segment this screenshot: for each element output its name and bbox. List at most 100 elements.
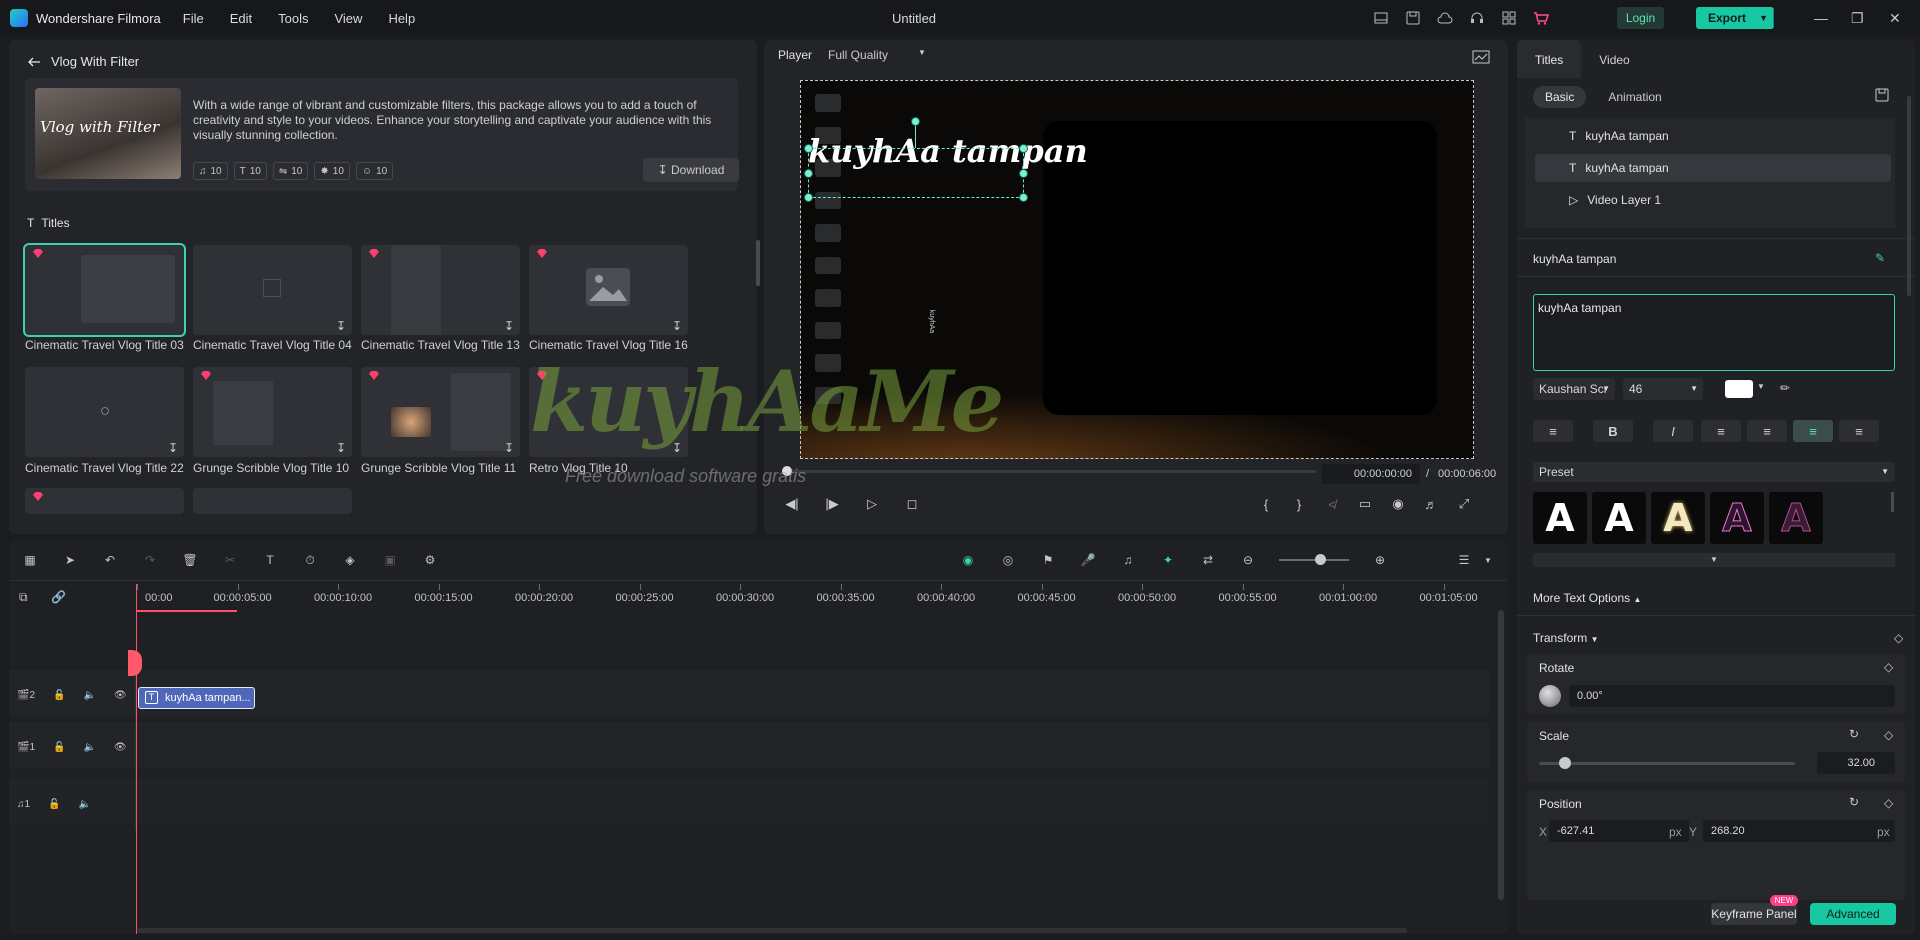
rotate-dial[interactable] [1539,685,1561,707]
save-preset-icon[interactable] [1875,88,1889,102]
tab-titles[interactable]: Titles [1517,40,1582,78]
marker-icon[interactable]: ⚑ [1039,551,1057,569]
volume-icon[interactable]: ♬ [1423,496,1439,512]
title-tile[interactable] [23,243,186,337]
transform-section[interactable]: Transform ▼ [1533,631,1599,645]
save-icon[interactable] [1404,9,1422,27]
layout-icon[interactable] [1372,9,1390,27]
resize-handle[interactable] [1019,144,1028,153]
prev-frame-icon[interactable]: ◀| [784,496,800,512]
cut-icon[interactable]: ✂ [221,551,239,569]
font-dropdown[interactable]: Kaushan Scr ▼ [1533,378,1615,400]
auto-ripple-icon[interactable]: ◉ [959,551,977,569]
subtab-basic[interactable]: Basic [1533,86,1587,108]
justify-button[interactable]: ≡ [1839,420,1879,442]
download-icon[interactable]: ↧ [504,319,514,333]
library-scrollbar[interactable] [756,240,760,286]
select-tool-icon[interactable]: ➤ [61,551,79,569]
display-icon[interactable]: ▭ [1357,496,1373,512]
volume-icon[interactable]: 🔈 [83,742,95,753]
timeline-h-scrollbar[interactable] [137,928,1407,933]
more-text-options[interactable]: More Text Options ▲ [1533,591,1641,605]
mark-out-icon[interactable]: } [1291,496,1307,512]
keyframe-diamond-icon[interactable]: ◇ [1884,728,1893,742]
zoom-in-icon[interactable]: ⊕ [1371,551,1389,569]
lock-icon[interactable]: 🔓 [48,799,60,810]
resize-handle[interactable] [804,193,813,202]
download-icon[interactable]: ↧ [504,441,514,455]
reset-icon[interactable]: ↻ [1849,727,1859,741]
scale-slider[interactable] [1539,757,1795,769]
crop-icon[interactable]: ▣ [381,551,399,569]
menu-view[interactable]: View [334,11,362,26]
title-text-input[interactable]: kuyhAa tampan [1533,294,1895,371]
rotate-input[interactable]: 0.00° [1569,685,1895,707]
title-tile[interactable] [25,488,184,514]
text-tool-icon[interactable]: T [261,551,279,569]
fullscreen-icon[interactable]: ⤢ [1456,496,1472,512]
replace-icon[interactable]: ⇄ [1199,551,1217,569]
resize-handle[interactable] [1019,169,1028,178]
tab-video[interactable]: Video [1581,40,1647,78]
download-icon[interactable]: ↧ [672,441,682,455]
step-back-icon[interactable]: |▶ [824,496,840,512]
title-tile[interactable]: ↧ [529,245,688,335]
adjust-icon[interactable]: ⚙ [421,551,439,569]
ai-edit-icon[interactable]: ✎ [1875,251,1885,265]
preset-expand-button[interactable]: ▼ [1533,553,1895,567]
back-button[interactable]: Vlog With Filter [27,54,139,69]
close-icon[interactable]: ✕ [1889,10,1901,27]
title-tile[interactable]: ↧ [361,245,520,335]
lock-icon[interactable]: 🔓 [53,742,65,753]
keyframe-diamond-icon[interactable]: ◇ [1894,631,1903,645]
volume-icon[interactable]: 🔈 [83,690,95,701]
align-right-button[interactable]: ≡ [1793,420,1833,442]
color-swatch[interactable] [1725,380,1753,398]
minimize-icon[interactable]: — [1814,10,1828,26]
cloud-icon[interactable] [1436,9,1454,27]
quality-dropdown[interactable]: Full Quality ▼ [828,48,926,62]
advanced-button[interactable]: Advanced [1810,903,1896,925]
bold-button[interactable]: B [1593,420,1633,442]
position-x-input[interactable]: -627.41 [1549,820,1689,842]
track-layout-icon[interactable]: ☰ [1455,551,1473,569]
progress-bar[interactable] [782,466,1316,476]
add-track-icon[interactable]: ⧉ [19,590,28,605]
resize-handle[interactable] [804,144,813,153]
layer-item[interactable]: TkuyhAa tampan [1535,154,1891,182]
restore-icon[interactable]: ❐ [1851,10,1864,27]
download-icon[interactable]: ↧ [336,441,346,455]
layer-item[interactable]: TkuyhAa tampan [1535,122,1891,150]
preset-style[interactable]: A [1710,492,1764,544]
playhead-marker[interactable] [128,650,142,676]
title-tile[interactable]: ↧ [193,367,352,457]
keyframe-icon[interactable]: ◈ [341,551,359,569]
align-center-button[interactable]: ≡ [1747,420,1787,442]
layer-item[interactable]: ▷ Video Layer 1 [1535,186,1891,214]
headset-icon[interactable] [1468,9,1486,27]
keyframe-diamond-icon[interactable]: ◇ [1884,796,1893,810]
timer-icon[interactable]: ⏱ [301,551,319,569]
undo-icon[interactable]: ↶ [101,551,119,569]
download-icon[interactable]: ↧ [336,319,346,333]
playhead[interactable] [136,584,137,934]
eye-icon[interactable]: 👁 [114,690,127,701]
title-clip[interactable]: TkuyhAa tampan... [138,687,255,709]
scopes-icon[interactable] [1472,50,1490,64]
scale-slider-knob[interactable] [1558,757,1571,769]
time-ruler[interactable]: 00:00 00:00:05:00 00:00:10:00 00:00:15:00 00… [137,584,1508,606]
menu-edit[interactable]: Edit [230,11,252,26]
layout-grid-icon[interactable]: ▦ [21,551,39,569]
lock-icon[interactable]: 🔓 [53,690,65,701]
chevron-down-icon[interactable]: ▼ [1479,551,1497,569]
progress-knob[interactable] [782,466,792,476]
play-icon[interactable]: ▷ [864,496,880,512]
preset-dropdown[interactable]: Preset ▼ [1533,462,1895,482]
resize-handle[interactable] [804,169,813,178]
audio-mix-icon[interactable]: ♫ [1119,551,1137,569]
stop-icon[interactable]: ◻ [904,496,920,512]
title-tile[interactable]: ↧ [193,245,352,335]
font-size-dropdown[interactable]: 46 ▼ [1623,378,1703,400]
split-icon[interactable]: ≮ [1324,496,1340,512]
render-icon[interactable]: ◎ [999,551,1017,569]
